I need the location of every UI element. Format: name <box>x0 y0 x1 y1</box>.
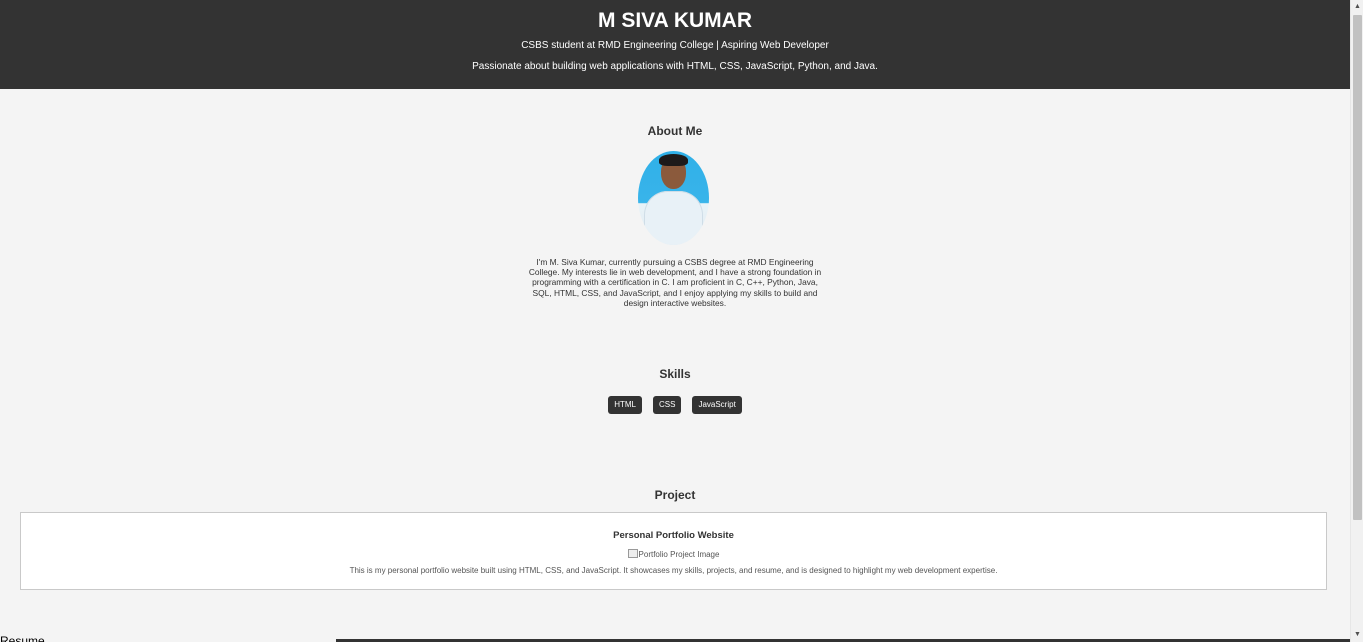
project-image: Portfolio Project Image <box>21 549 1326 560</box>
portfolio-page: M SIVA KUMAR CSBS student at RMD Enginee… <box>0 0 1350 642</box>
scrollbar-thumb[interactable] <box>1353 15 1362 520</box>
broken-image-icon <box>627 549 638 558</box>
project-image-alt: Portfolio Project Image <box>638 550 720 559</box>
project-card: Personal Portfolio Website Portfolio Pro… <box>20 512 1327 590</box>
arrow-up-icon[interactable]: ▲ <box>1351 0 1363 14</box>
vertical-scrollbar[interactable]: ▲ ▼ <box>1350 0 1363 642</box>
photo-shirt <box>644 191 703 245</box>
skill-badge: CSS <box>652 396 682 414</box>
skill-list: HTML CSS JavaScript <box>0 396 1350 414</box>
about-text: I'm M. Siva Kumar, currently pursuing a … <box>528 257 822 308</box>
about-heading: About Me <box>647 124 703 138</box>
skill-badge: HTML <box>608 396 642 414</box>
resume-heading: Resume <box>0 634 45 642</box>
header-passion: Passionate about building web applicatio… <box>472 61 878 72</box>
project-card-title: Personal Portfolio Website <box>613 530 734 541</box>
project-description: This is my personal portfolio website bu… <box>349 566 998 575</box>
project-heading: Project <box>654 488 696 502</box>
profile-photo <box>638 151 709 245</box>
arrow-down-icon[interactable]: ▼ <box>1351 628 1363 642</box>
skill-badge: JavaScript <box>692 396 742 414</box>
site-title: M SIVA KUMAR <box>598 9 752 32</box>
photo-hair <box>659 154 688 166</box>
header-tagline: CSBS student at RMD Engineering College … <box>521 40 829 51</box>
site-header: M SIVA KUMAR CSBS student at RMD Enginee… <box>0 0 1350 89</box>
skills-heading: Skills <box>659 367 691 381</box>
